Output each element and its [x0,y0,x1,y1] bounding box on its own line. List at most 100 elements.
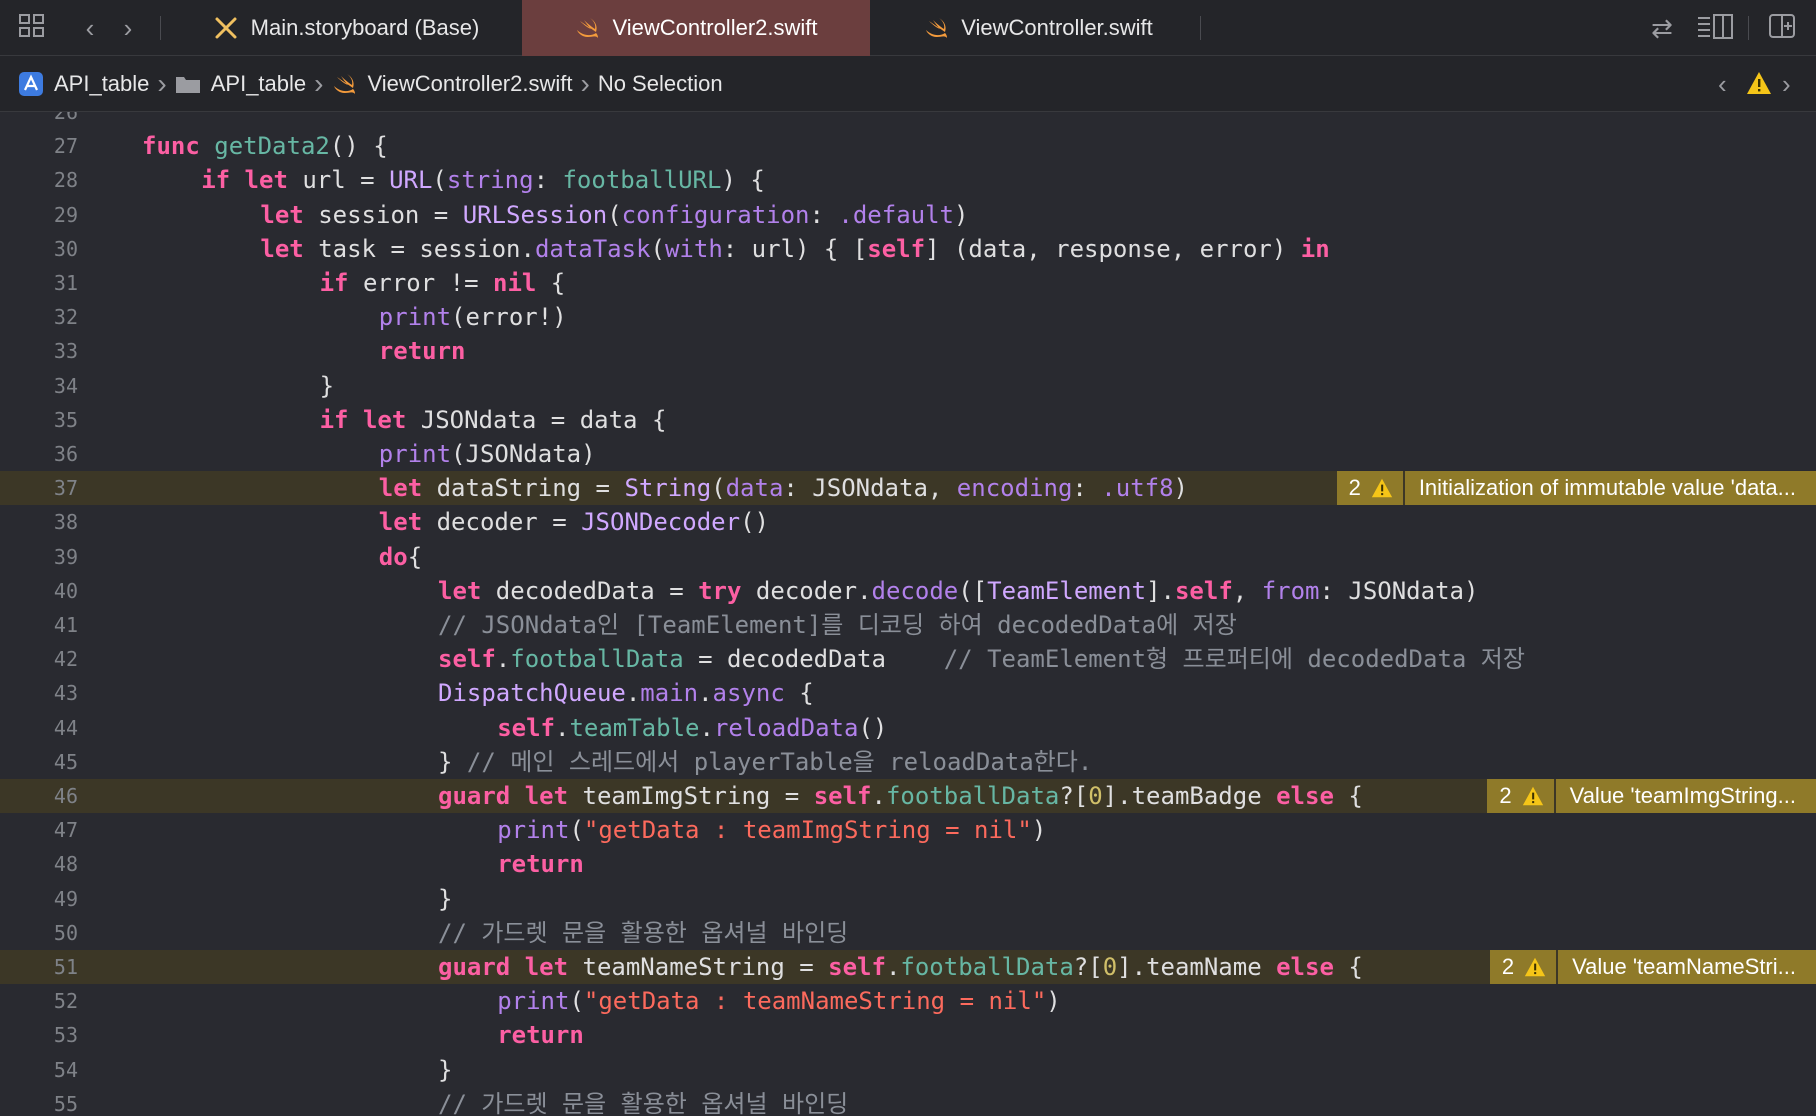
code-text: self.footballData = decodedData // TeamE… [438,645,1525,674]
previous-issue-icon[interactable]: ‹ [1718,68,1727,100]
code-text: return [378,337,466,366]
code-text: DispatchQueue.main.async { [438,679,814,708]
line-number: 48 [53,852,78,877]
code-line[interactable]: 29 let session = URLSession(configuration… [0,198,1816,232]
code-line[interactable]: 53 return [0,1018,1816,1052]
warning-icon [1371,477,1393,499]
warning-count-label: 2 [1499,783,1512,808]
line-number: 27 [53,134,78,159]
tab-divider [1200,16,1201,40]
tab-main-storyboard[interactable]: Main.storyboard (Base) [170,0,522,56]
code-line[interactable]: 55 // 가드렛 문을 활용한 옵셔널 바인딩 [0,1087,1816,1116]
warning-message: Value 'teamNameStri... [1558,950,1816,984]
warning-count: 2 [1489,950,1557,984]
code-line[interactable]: 36 print(JSONdata) [0,437,1816,471]
breadcrumb-project[interactable]: API_table [18,56,149,112]
code-text: } [438,1055,453,1084]
breadcrumb-file[interactable]: ViewController2.swift [331,56,572,112]
line-number: 39 [53,544,78,569]
swift-icon [574,15,600,41]
breadcrumb-label: API_table [54,70,150,96]
editor-options-icon[interactable] [1696,12,1736,44]
swap-icon[interactable]: ⇄ [1646,12,1678,44]
code-line[interactable]: 27 func getData2() { [0,129,1816,163]
code-line-with-warning[interactable]: 51 guard let teamNameString = self.footba… [0,950,1816,984]
tab-divider [160,16,161,40]
line-number: 43 [53,681,78,706]
next-issue-icon[interactable]: › [1782,68,1791,100]
grid-icon[interactable] [16,12,48,44]
add-editor-icon[interactable] [1766,12,1798,44]
line-number: 36 [53,442,78,466]
warning-icon [1524,956,1546,978]
chevron-right-icon: › [314,67,324,99]
code-line[interactable]: 26 [0,112,1816,129]
code-line[interactable]: 43 DispatchQueue.main.async { [0,676,1816,710]
code-text: } [438,884,453,913]
tab-viewcontroller[interactable]: ViewController.swift [870,0,1206,56]
code-text: do{ [378,542,423,571]
line-number: 31 [53,271,78,295]
line-number: 55 [53,1091,78,1116]
code-line[interactable]: 38 let decoder = JSONDecoder() [0,505,1816,539]
line-number: 47 [53,818,78,843]
code-line[interactable]: 44 self.teamTable.reloadData() [0,711,1816,745]
code-line-with-warning[interactable]: 46 guard let teamImgString = self.footbal… [0,779,1816,813]
code-line[interactable]: 50 // 가드렛 문을 활용한 옵셔널 바인딩 [0,916,1816,950]
line-number: 49 [53,886,78,911]
breadcrumb-selection[interactable]: No Selection [598,56,723,112]
back-icon[interactable]: ‹ [74,12,106,44]
code-line[interactable]: 49} [0,882,1816,916]
code-text: func getData2() { [142,132,388,161]
code-text: return [497,1021,584,1050]
chevron-right-icon: › [157,67,167,99]
forward-icon[interactable]: › [112,12,144,44]
code-line[interactable]: 41 // JSONdata인 [TeamElement]를 디코딩 하여 dec… [0,608,1816,642]
code-line[interactable]: 32 print(error!) [0,300,1816,334]
code-text: print(error!) [378,303,567,332]
tab-label: ViewController2.swift [612,15,818,40]
tab-viewcontroller2[interactable]: ViewController2.swift [522,0,870,56]
breadcrumb-folder[interactable]: API_table [175,56,306,112]
code-line[interactable]: 31 if error != nil { [0,266,1816,300]
line-number: 40 [53,578,78,603]
line-number: 32 [53,305,78,330]
warning-message: Value 'teamImgString... [1555,779,1816,813]
code-line[interactable]: 35 if let JSONdata = data { [0,403,1816,437]
code-line[interactable]: 48 return [0,847,1816,881]
code-line[interactable]: 34} [0,369,1816,403]
chevron-right-icon: › [580,67,590,99]
line-number: 51 [53,955,78,979]
code-line[interactable]: 45} // 메인 스레드에서 playerTable을 reloadData한… [0,745,1816,779]
inline-warning[interactable]: 2 Value 'teamImgString... [1487,779,1816,813]
warning-icon [1522,785,1544,807]
code-line[interactable]: 30 let task = session.dataTask(with: url)… [0,232,1816,266]
breadcrumb-label: API_table [210,70,307,96]
code-text: // JSONdata인 [TeamElement]를 디코딩 하여 decod… [438,611,1237,639]
code-text: print("getData : teamImgString = nil") [497,816,1047,845]
inline-warning[interactable]: 2 Value 'teamNameStri... [1489,950,1816,984]
warning-count-label: 2 [1501,954,1515,979]
code-line[interactable]: 39 do{ [0,540,1816,574]
code-line[interactable]: 47 print("getData : teamImgString = nil") [0,813,1816,847]
inline-warning[interactable]: 2 Initialization of immutable value 'data… [1336,471,1816,506]
code-text: if let url = URL(string: footballURL) { [201,166,765,195]
code-text: print(JSONdata) [378,440,596,468]
code-editor[interactable]: 26 27 func getData2() {28 if let url = URL(… [0,112,1816,1116]
warning-count-label: 2 [1348,475,1361,501]
code-line[interactable]: 40 let decodedData = try decoder.decode([… [0,574,1816,608]
code-line[interactable]: 33 return [0,334,1816,368]
code-text: guard let teamNameString = self.football… [438,953,1363,981]
code-line-with-warning[interactable]: 37 let dataString = String(data: JSONdata… [0,471,1816,506]
line-number: 50 [53,920,78,945]
warning-icon[interactable] [1746,70,1772,102]
line-number: 37 [53,476,78,501]
code-line[interactable]: 52 print("getData : teamNameString = nil"… [0,984,1816,1018]
code-text: let dataString = String(data: JSONdata, … [378,474,1188,503]
tab-label: ViewController.swift [961,15,1153,40]
code-line[interactable]: 28 if let url = URL(string: footballURL) … [0,163,1816,197]
code-line[interactable]: 54} [0,1053,1816,1087]
line-number: 26 [53,112,78,124]
code-line[interactable]: 42 self.footballData = decodedData // Tea… [0,642,1816,676]
code-text: if let JSONdata = data { [319,405,667,434]
